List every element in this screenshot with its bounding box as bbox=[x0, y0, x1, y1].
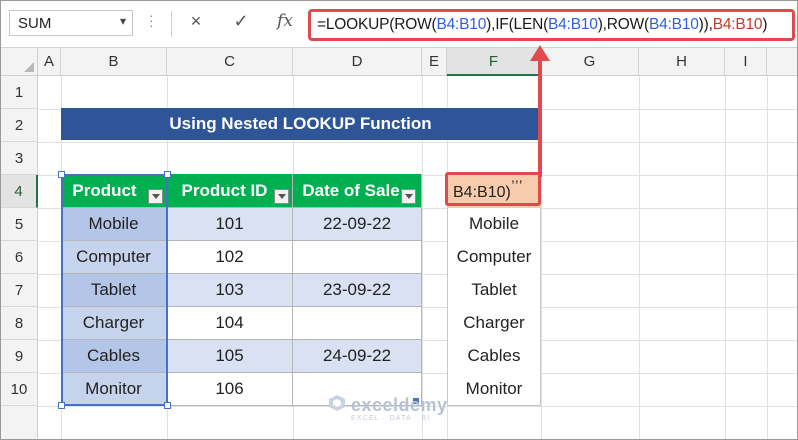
formula-token: ),ROW( bbox=[597, 16, 650, 33]
formula-token: B4:B10 bbox=[649, 16, 699, 33]
cell-date-of-sale[interactable] bbox=[293, 307, 422, 340]
filter-dropdown-icon[interactable] bbox=[148, 189, 163, 204]
exceldemy-logo-icon bbox=[329, 395, 345, 411]
row-header-2[interactable]: 2 bbox=[1, 109, 38, 142]
formula-token: B4:B10 bbox=[548, 16, 598, 33]
formula-token: =LOOKUP(ROW( bbox=[317, 16, 437, 33]
result-cell[interactable]: Mobile bbox=[447, 208, 541, 241]
cell-date-of-sale[interactable] bbox=[293, 241, 422, 274]
range-handle[interactable] bbox=[164, 171, 171, 178]
formula-token: ),IF(LEN( bbox=[486, 16, 549, 33]
formula-text: =LOOKUP(ROW(B4:B10),IF(LEN(B4:B10),ROW(B… bbox=[317, 16, 768, 34]
column-header-a[interactable]: A bbox=[38, 48, 61, 76]
cell-product[interactable]: Computer bbox=[61, 241, 167, 274]
header-label: Date of Sale bbox=[302, 181, 400, 200]
more-options-icon[interactable]: · · · bbox=[149, 8, 154, 32]
header-cell-product[interactable]: Product bbox=[61, 174, 167, 208]
row-header-8[interactable]: 8 bbox=[1, 307, 38, 340]
row-header-4[interactable]: 4 bbox=[1, 175, 38, 208]
cell-product[interactable]: Mobile bbox=[61, 208, 167, 241]
insert-function-icon[interactable]: fx bbox=[273, 11, 297, 35]
column-header-h[interactable]: H bbox=[639, 48, 725, 76]
row-header-9[interactable]: 9 bbox=[1, 340, 38, 373]
formula-bar: SUM ▾ · · · × ✓ fx =LOOKUP(ROW(B4:B10),IF(… bbox=[1, 1, 797, 48]
result-cell[interactable]: Computer bbox=[447, 241, 541, 274]
filter-dropdown-icon[interactable] bbox=[401, 189, 416, 204]
sheet-title[interactable]: Using Nested LOOKUP Function bbox=[61, 108, 540, 140]
cell-product-id[interactable]: 106 bbox=[167, 373, 293, 406]
cell-product-id[interactable]: 103 bbox=[167, 274, 293, 307]
range-handle[interactable] bbox=[164, 402, 171, 409]
enter-icon[interactable]: ✓ bbox=[230, 11, 252, 35]
watermark-tagline: EXCEL · DATA · BI bbox=[351, 415, 431, 422]
gridline bbox=[38, 142, 797, 143]
row-header-5[interactable]: 5 bbox=[1, 208, 38, 241]
cell-product[interactable]: Cables bbox=[61, 340, 167, 373]
name-box[interactable]: SUM ▾ bbox=[9, 10, 133, 36]
result-cell[interactable]: Charger bbox=[447, 307, 541, 340]
column-header-g[interactable]: G bbox=[541, 48, 639, 76]
divider bbox=[171, 11, 172, 37]
column-header-blank[interactable] bbox=[767, 48, 797, 76]
gridline bbox=[639, 76, 640, 439]
cell-date-of-sale[interactable]: 23-09-22 bbox=[293, 274, 422, 307]
range-handle[interactable] bbox=[58, 171, 65, 178]
header-label: Product ID bbox=[181, 181, 268, 200]
formula-token: )), bbox=[698, 16, 713, 33]
cell-product[interactable]: Charger bbox=[61, 307, 167, 340]
cell-product[interactable]: Tablet bbox=[61, 274, 167, 307]
excel-window: SUM ▾ · · · × ✓ fx =LOOKUP(ROW(B4:B10),IF(… bbox=[0, 0, 798, 440]
result-cell[interactable]: Cables bbox=[447, 340, 541, 373]
row-header-7[interactable]: 7 bbox=[1, 274, 38, 307]
header-cell-product-id[interactable]: Product ID bbox=[167, 174, 293, 208]
column-header-i[interactable]: I bbox=[725, 48, 767, 76]
result-cell[interactable]: Monitor bbox=[447, 373, 541, 406]
formula-token: B4:B10 bbox=[436, 16, 487, 33]
cancel-icon[interactable]: × bbox=[185, 11, 207, 35]
formula-token: ) bbox=[762, 16, 768, 33]
cell-product[interactable]: Monitor bbox=[61, 373, 167, 406]
watermark-text: exceldemy bbox=[351, 395, 448, 415]
formula-token: B4:B10 bbox=[712, 16, 763, 33]
row-header-10[interactable]: 10 bbox=[1, 373, 38, 406]
cell-product-id[interactable]: 105 bbox=[167, 340, 293, 373]
result-cell[interactable]: Tablet bbox=[447, 274, 541, 307]
cell-date-of-sale[interactable]: 22-09-22 bbox=[293, 208, 422, 241]
column-header-c[interactable]: C bbox=[167, 48, 293, 76]
chevron-down-icon[interactable]: ▾ bbox=[120, 14, 126, 28]
cell-date-of-sale[interactable]: 24-09-22 bbox=[293, 340, 422, 373]
cell-product-id[interactable]: 101 bbox=[167, 208, 293, 241]
header-label: Product bbox=[72, 181, 137, 200]
row-header-6[interactable]: 6 bbox=[1, 241, 38, 274]
cell-product-id[interactable]: 104 bbox=[167, 307, 293, 340]
formula-input[interactable]: =LOOKUP(ROW(B4:B10),IF(LEN(B4:B10),ROW(B… bbox=[308, 9, 795, 41]
header-cell-date-of-sale[interactable]: Date of Sale bbox=[293, 174, 422, 208]
row-header-blank bbox=[1, 406, 38, 439]
filter-dropdown-icon[interactable] bbox=[274, 189, 289, 204]
select-all-button[interactable] bbox=[1, 48, 38, 76]
gridline bbox=[767, 76, 768, 439]
range-handle[interactable] bbox=[58, 402, 65, 409]
column-header-d[interactable]: D bbox=[293, 48, 422, 76]
row-header-1[interactable]: 1 bbox=[1, 76, 38, 109]
annotation-arrow bbox=[538, 59, 542, 177]
arrow-head-icon bbox=[530, 45, 550, 61]
cell-product-id[interactable]: 102 bbox=[167, 241, 293, 274]
row-header-3[interactable]: 3 bbox=[1, 142, 38, 175]
highlight-box-f4 bbox=[445, 172, 541, 206]
name-box-value: SUM bbox=[18, 15, 52, 32]
column-header-f[interactable]: F bbox=[447, 48, 541, 76]
column-header-e[interactable]: E bbox=[422, 48, 447, 76]
gridline bbox=[725, 76, 726, 439]
column-header-b[interactable]: B bbox=[61, 48, 167, 76]
